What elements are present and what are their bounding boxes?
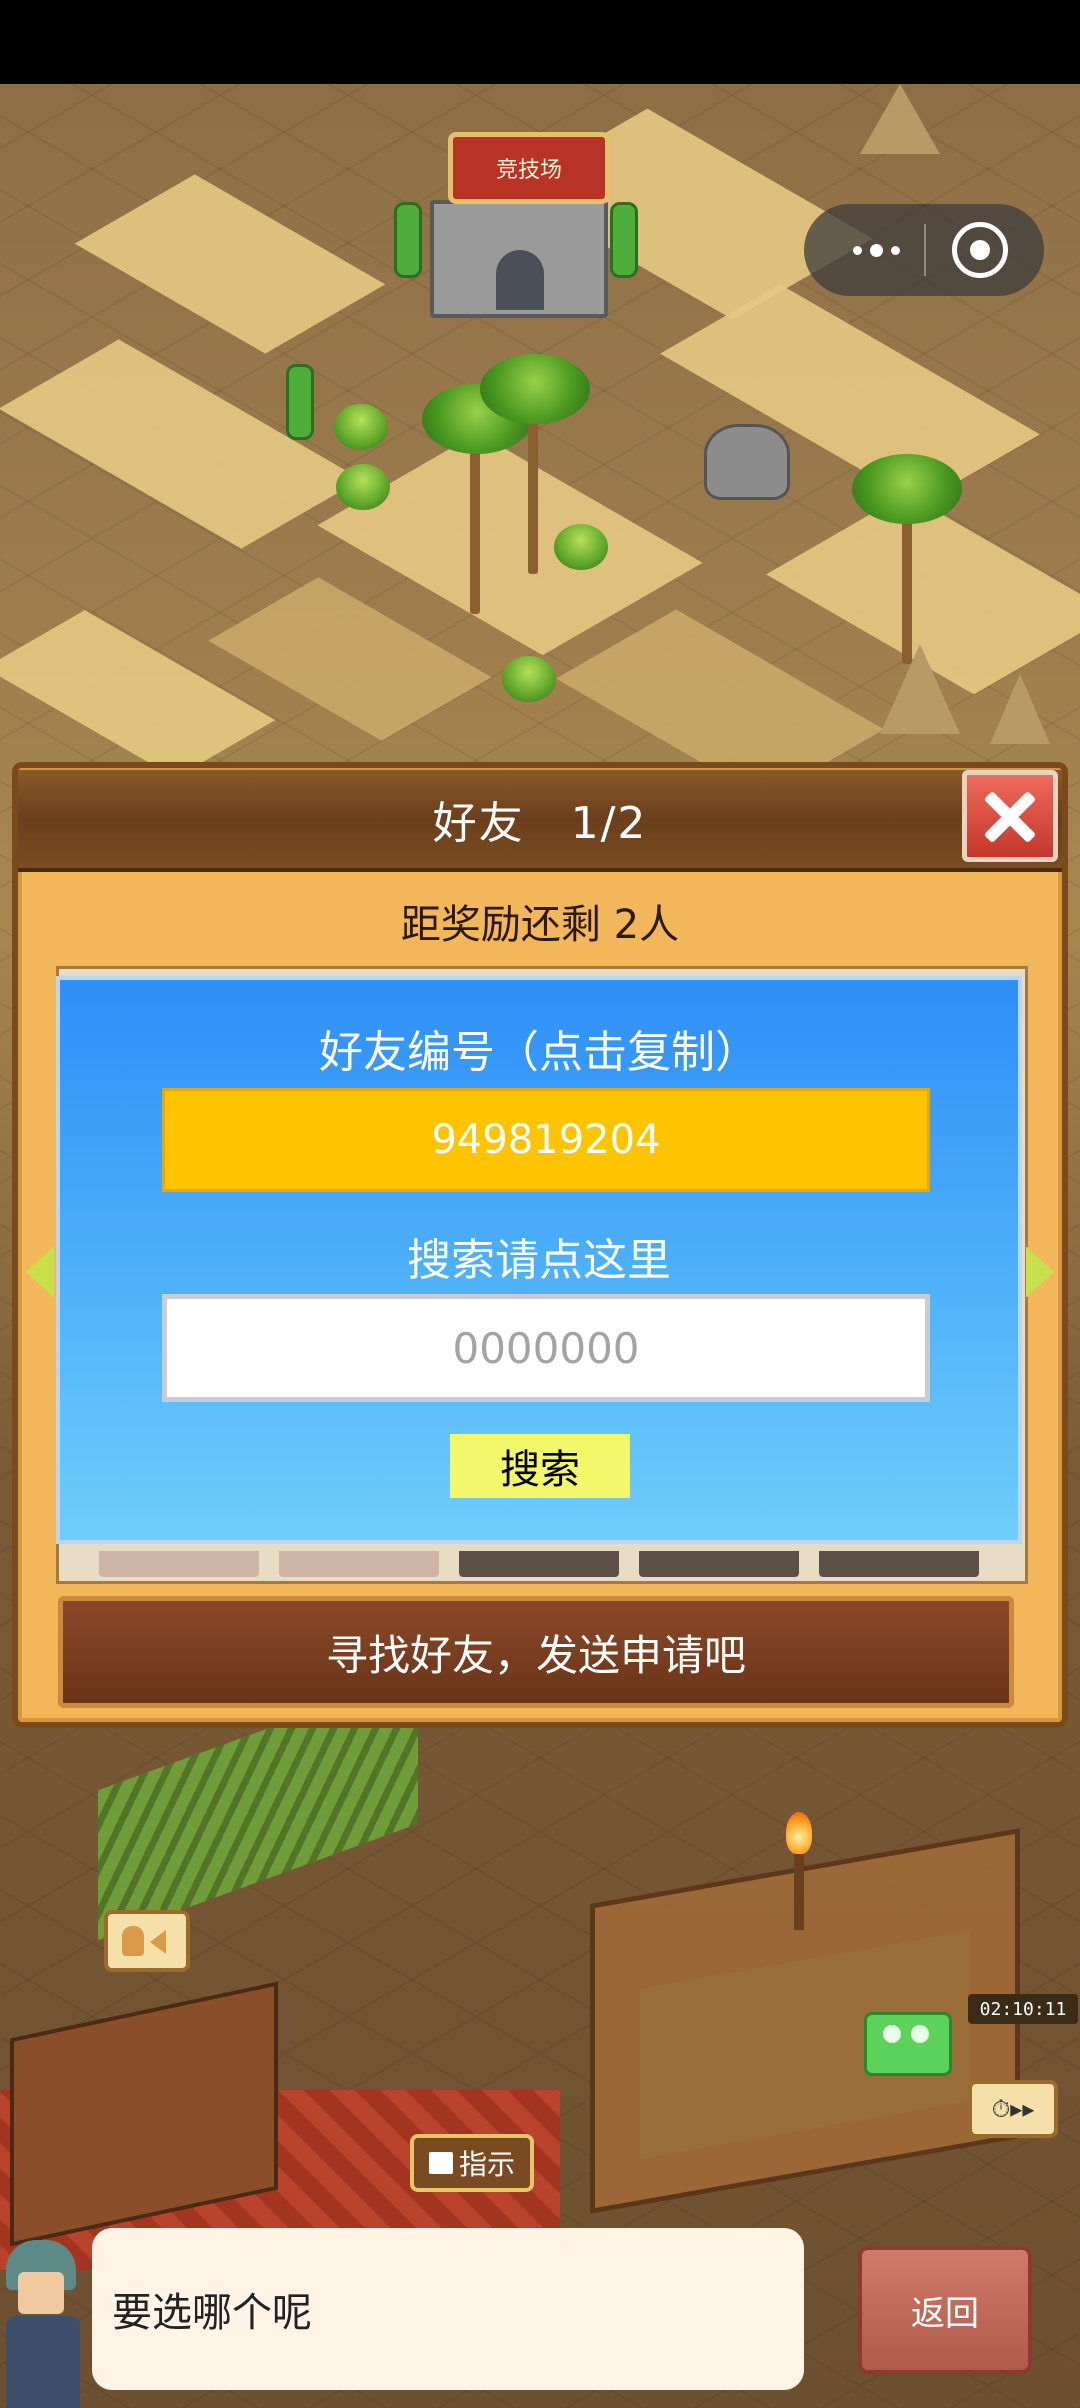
status-bar: [0, 0, 1080, 84]
friend-search-input[interactable]: [162, 1294, 930, 1402]
character-rewind-icon[interactable]: [104, 1910, 190, 1972]
guide-label: 指示: [458, 2148, 515, 2181]
timer-label: 02:10:11: [968, 1994, 1078, 2024]
dialogue-bubble: 要选哪个呢: [92, 2228, 804, 2390]
torch-flame-icon: [786, 1812, 812, 1854]
more-dots-icon[interactable]: [830, 214, 922, 286]
close-x-icon[interactable]: [962, 770, 1058, 862]
panel-title: 好友 1/2: [432, 798, 648, 849]
search-button[interactable]: 搜索: [450, 1434, 630, 1498]
arena-building[interactable]: [430, 200, 608, 318]
page-next-arrow-icon[interactable]: [1026, 1246, 1054, 1298]
find-friends-bar[interactable]: 寻找好友，发送申请吧: [58, 1596, 1014, 1708]
group-people-icon[interactable]: [864, 2012, 952, 2076]
arena-sign[interactable]: 竞技场: [448, 132, 610, 204]
reward-remaining-text: 距奖励还剩 2人: [400, 902, 680, 948]
avatar: [0, 2228, 88, 2408]
target-close-icon[interactable]: [952, 222, 1008, 278]
clock-fast-forward-icon[interactable]: ⏱▸▸: [968, 2080, 1058, 2138]
page-prev-arrow-icon[interactable]: [26, 1246, 54, 1298]
capsule-divider: [924, 224, 926, 276]
torch-pole: [794, 1850, 804, 1930]
search-hint: 搜索请点这里: [407, 1235, 671, 1286]
back-button[interactable]: 返回: [858, 2246, 1032, 2374]
book-icon: [428, 2152, 453, 2174]
friend-id-copy-box[interactable]: 949819204: [162, 1088, 930, 1192]
guide-button[interactable]: 指示: [410, 2134, 534, 2192]
friend-id-title: 好友编号（点击复制）: [319, 1027, 759, 1078]
